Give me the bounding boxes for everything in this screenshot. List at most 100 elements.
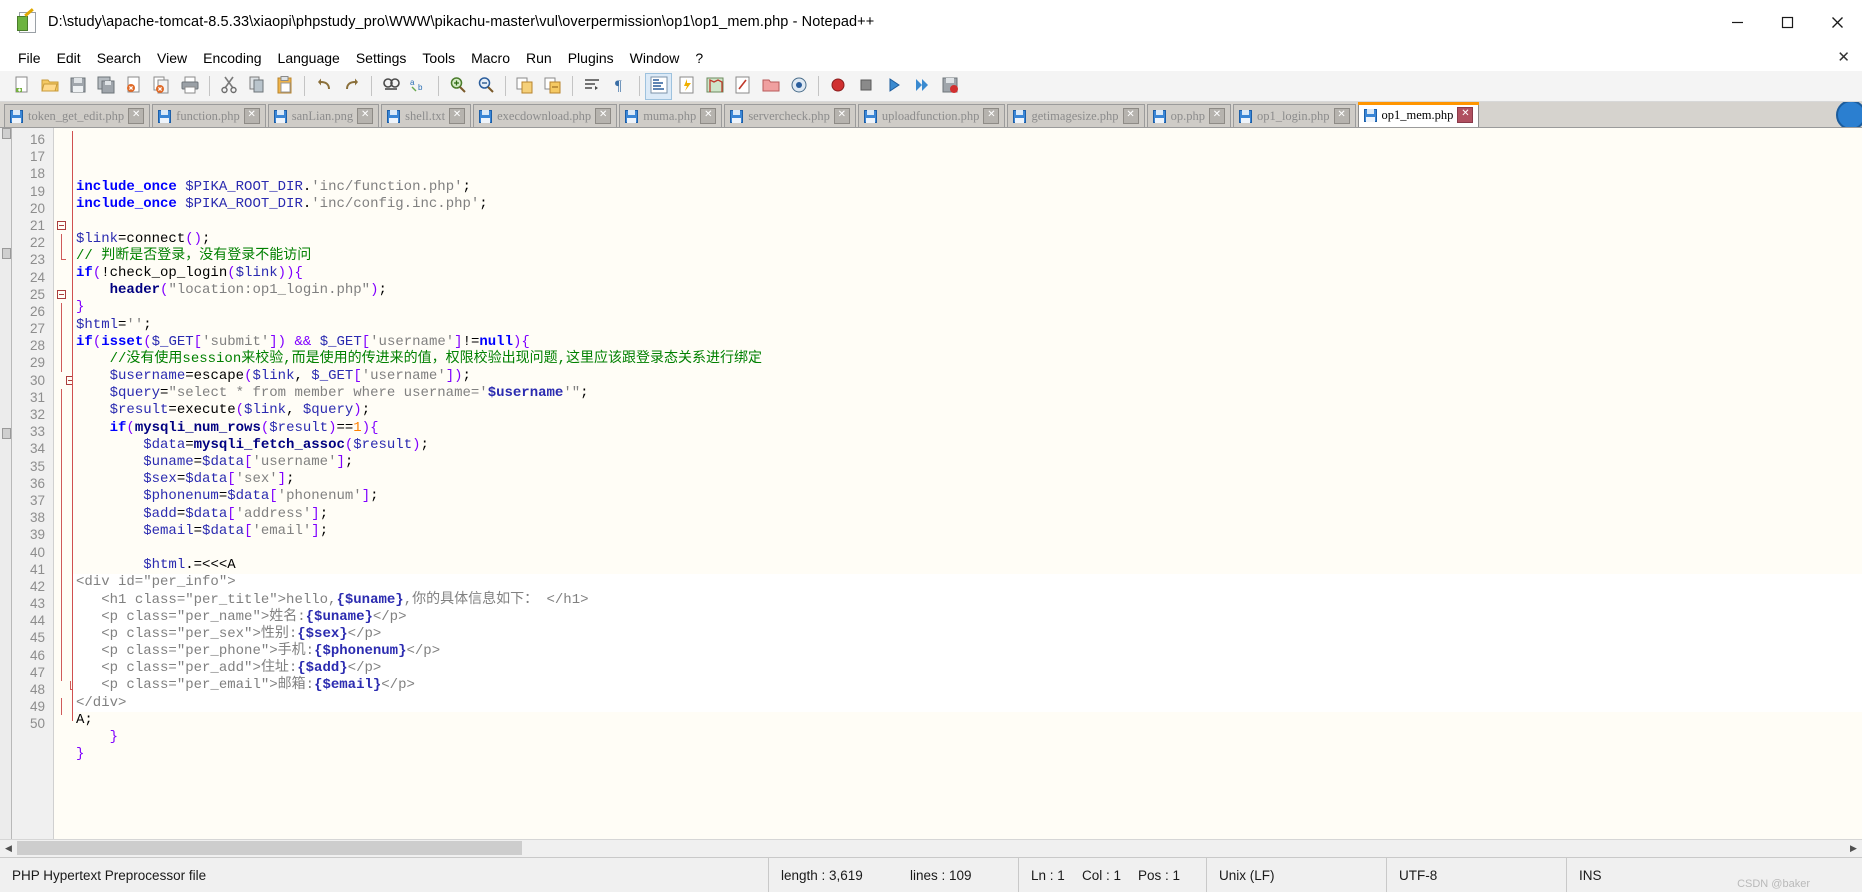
new-file-button[interactable] — [8, 73, 35, 100]
code-line[interactable]: $link=connect(); — [72, 230, 1862, 248]
code-line[interactable]: </div> — [72, 694, 1862, 712]
fold-marker[interactable] — [54, 663, 72, 681]
fold-marker[interactable] — [54, 526, 72, 544]
document-tab-muma-php[interactable]: muma.php ✕ — [619, 104, 723, 127]
fold-marker[interactable] — [54, 595, 72, 613]
copy-button[interactable] — [243, 73, 270, 100]
sync-vertical-scroll-button[interactable] — [511, 73, 538, 100]
fold-marker[interactable] — [54, 577, 72, 596]
close-tab-icon[interactable]: ✕ — [1333, 108, 1350, 124]
word-wrap-button[interactable] — [578, 73, 605, 100]
menu-item-language[interactable]: Language — [270, 48, 348, 68]
fold-marker[interactable] — [54, 543, 72, 561]
fold-marker[interactable] — [54, 681, 75, 698]
close-tab-icon[interactable]: ✕ — [1208, 108, 1225, 124]
code-line[interactable]: header("location:op1_login.php"); — [72, 282, 1862, 300]
fold-marker[interactable] — [54, 183, 72, 200]
horizontal-scroll-thumb[interactable] — [17, 841, 522, 855]
cut-button[interactable] — [215, 73, 242, 100]
scroll-left-arrow[interactable]: ◀ — [0, 840, 17, 857]
menu-item-run[interactable]: Run — [518, 48, 560, 68]
close-file-button[interactable] — [120, 73, 147, 100]
menu-item-view[interactable]: View — [149, 48, 195, 68]
menu-item-tools[interactable]: Tools — [414, 48, 463, 68]
code-line[interactable]: $phonenum=$data['phonenum']; — [72, 488, 1862, 506]
fold-marker[interactable] — [54, 509, 72, 527]
code-line[interactable]: } — [72, 729, 1862, 747]
fold-marker[interactable] — [54, 354, 72, 372]
folder-as-workspace-button[interactable] — [757, 73, 784, 100]
redo-button[interactable] — [338, 73, 365, 100]
menu-item-encoding[interactable]: Encoding — [195, 48, 269, 68]
fold-marker[interactable] — [54, 698, 72, 716]
code-line[interactable]: $sex=$data['sex']; — [72, 471, 1862, 489]
fold-marker[interactable] — [54, 302, 72, 321]
code-line[interactable]: include_once $PIKA_ROOT_DIR.'inc/config.… — [72, 196, 1862, 214]
code-line[interactable]: if(!check_op_login($link)){ — [72, 264, 1862, 283]
fold-marker[interactable] — [54, 646, 72, 664]
code-line[interactable]: <p class="per_sex">性别:{$sex}</p> — [72, 625, 1862, 644]
fold-collapse-icon[interactable] — [57, 220, 66, 230]
status-eol-format[interactable]: Unix (LF) — [1206, 858, 1386, 892]
code-line[interactable]: $result=execute($link, $query); — [72, 402, 1862, 420]
document-tab-getimagesize-php[interactable]: getimagesize.php ✕ — [1007, 104, 1145, 127]
close-all-files-button[interactable] — [148, 73, 175, 100]
horizontal-scrollbar[interactable]: ◀ ▶ — [0, 839, 1862, 857]
fold-marker[interactable] — [54, 423, 72, 441]
document-tab-servercheck-php[interactable]: servercheck.php ✕ — [724, 104, 856, 127]
minimize-button[interactable] — [1712, 0, 1762, 44]
close-tab-icon[interactable]: ✕ — [983, 108, 1000, 124]
menu-item-search[interactable]: Search — [89, 48, 149, 68]
close-tab-icon[interactable]: ✕ — [243, 108, 260, 124]
open-file-button[interactable] — [36, 73, 63, 100]
indent-guide-button[interactable] — [645, 72, 672, 100]
code-line[interactable]: if(mysqli_num_rows($result)==1){ — [72, 419, 1862, 437]
code-line[interactable]: } — [72, 299, 1862, 317]
horizontal-scroll-track[interactable] — [17, 840, 1845, 857]
document-map-button[interactable] — [701, 73, 728, 100]
function-list-button[interactable] — [729, 73, 756, 100]
code-line[interactable]: $query="select * from member where usern… — [72, 385, 1862, 403]
fold-marker[interactable] — [54, 131, 72, 148]
maximize-button[interactable] — [1762, 0, 1812, 44]
code-line[interactable]: $data=mysqli_fetch_assoc($result); — [72, 436, 1862, 454]
close-tab-icon[interactable]: ✕ — [700, 108, 717, 124]
code-line[interactable] — [72, 763, 1862, 781]
print-button[interactable] — [176, 73, 203, 100]
fold-marker[interactable] — [54, 560, 72, 578]
code-line[interactable]: if(isset($_GET['submit']) && $_GET['user… — [72, 333, 1862, 351]
menu-item-file[interactable]: File — [10, 48, 49, 68]
user-defined-language-button[interactable] — [673, 73, 700, 100]
document-tab-op1-login-php[interactable]: op1_login.php ✕ — [1232, 104, 1356, 127]
save-button[interactable] — [64, 73, 91, 100]
status-encoding[interactable]: UTF-8 — [1386, 858, 1566, 892]
fold-marker[interactable] — [54, 406, 72, 424]
code-folding-gutter[interactable] — [54, 128, 75, 839]
menu-item-[interactable]: ? — [687, 48, 711, 68]
document-tab-token-get-edit-php[interactable]: token_get_edit.php ✕ — [4, 104, 151, 127]
fold-marker[interactable] — [54, 372, 75, 389]
replace-button[interactable]: ab — [405, 73, 432, 100]
code-line[interactable] — [72, 539, 1862, 558]
fold-collapse-icon[interactable] — [57, 289, 66, 299]
close-tab-icon[interactable]: ✕ — [357, 108, 374, 124]
fold-marker[interactable] — [54, 457, 72, 475]
start-record-macro-button[interactable] — [824, 73, 851, 100]
fold-marker[interactable] — [54, 629, 72, 647]
menu-item-plugins[interactable]: Plugins — [560, 48, 622, 68]
show-all-characters-button[interactable]: ¶ — [606, 73, 633, 100]
stop-record-macro-button[interactable] — [852, 73, 879, 100]
scroll-right-arrow[interactable]: ▶ — [1845, 840, 1862, 857]
document-tab-op1-mem-php[interactable]: op1_mem.php ✕ — [1357, 102, 1480, 127]
fold-marker[interactable] — [54, 440, 72, 458]
code-line[interactable]: <p class="per_name">姓名:{$uname}</p> — [72, 608, 1862, 626]
code-line[interactable]: <p class="per_add">住址:{$add}</p> — [72, 660, 1862, 678]
close-tab-icon[interactable]: ✕ — [1457, 107, 1474, 123]
code-line[interactable]: $html=''; — [72, 316, 1862, 334]
zoom-out-button[interactable] — [472, 73, 499, 100]
fold-marker[interactable] — [54, 165, 72, 182]
close-document-button[interactable]: ✕ — [1837, 48, 1850, 66]
fold-marker[interactable] — [54, 286, 72, 303]
fold-marker[interactable] — [54, 612, 72, 630]
fold-marker[interactable] — [54, 234, 72, 252]
